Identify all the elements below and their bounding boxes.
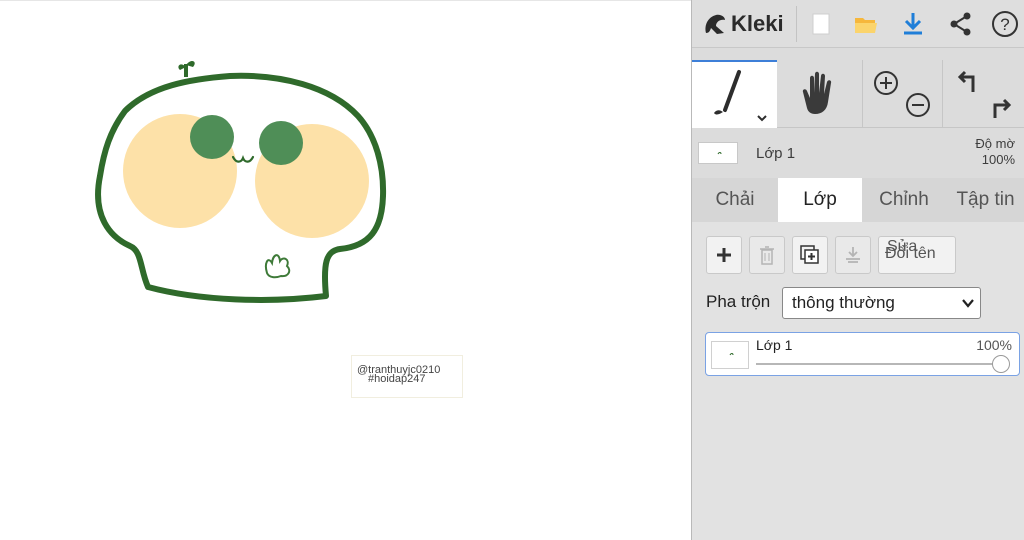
mouth	[231, 155, 255, 163]
duplicate-layer-icon	[800, 245, 819, 264]
delete-layer-button[interactable]	[749, 236, 785, 274]
app-name: Kleki	[731, 11, 784, 36]
tab-file[interactable]: Tập tin	[946, 178, 1024, 222]
tab-edit[interactable]: Chỉnh	[862, 178, 946, 222]
layer-item-name: Lớp 1	[756, 337, 793, 353]
redo-icon[interactable]	[987, 92, 1017, 122]
hand	[264, 254, 291, 279]
new-document-icon	[812, 13, 830, 35]
watermark-box: @tranthuyjc0210 #hoidap247	[351, 355, 463, 398]
layers-panel: Sửa Đổi tên Pha trộn thông thường Lớp 1 …	[692, 222, 1024, 540]
add-layer-icon	[717, 248, 731, 262]
download-button[interactable]	[898, 9, 928, 39]
chevron-down-icon	[962, 299, 974, 308]
zoom-in-icon[interactable]	[871, 68, 901, 98]
share-button[interactable]	[946, 9, 976, 39]
brush-tool-button[interactable]	[692, 60, 777, 128]
layer-item-thumbnail	[711, 341, 749, 369]
blend-mode-select[interactable]: thông thường	[782, 287, 981, 319]
rename-label-bottom: Đổi tên	[885, 245, 936, 262]
kleki-logo[interactable]: Kleki	[702, 8, 784, 40]
svg-text:?: ?	[1000, 15, 1009, 34]
duplicate-layer-button[interactable]	[792, 236, 828, 274]
open-folder-icon	[855, 18, 877, 33]
top-bar: Kleki ?	[692, 0, 1024, 48]
drawing-artwork	[95, 60, 387, 303]
layer-opacity-track[interactable]	[756, 363, 996, 365]
blend-mode-value: thông thường	[792, 293, 895, 312]
opacity-label: Độ mờ	[975, 136, 1015, 151]
merge-down-button[interactable]	[835, 236, 871, 274]
merge-down-icon	[846, 247, 860, 263]
tool-row	[692, 60, 1024, 128]
add-layer-button[interactable]	[706, 236, 742, 274]
top-divider	[796, 6, 797, 42]
tab-layers[interactable]: Lớp	[778, 178, 862, 222]
panel-tabs: Chải Lớp Chỉnh Tập tin	[692, 178, 1024, 222]
help-icon: ?	[992, 11, 1018, 37]
layer-thumbnail	[698, 142, 738, 164]
right-eye	[259, 121, 303, 165]
download-icon	[904, 13, 922, 35]
drawing-canvas[interactable]: @tranthuyjc0210 #hoidap247	[0, 0, 691, 540]
opacity-readout: Độ mờ 100%	[975, 136, 1015, 168]
opacity-value: 100%	[981, 152, 1015, 167]
new-document-button[interactable]	[806, 9, 836, 39]
kleki-logo-icon	[705, 14, 725, 34]
tab-brush[interactable]: Chải	[692, 178, 778, 222]
layer-opacity-slider-handle[interactable]	[992, 355, 1010, 373]
hand-icon	[802, 71, 832, 114]
blend-mode-label: Pha trộn	[706, 292, 771, 311]
left-eye	[190, 115, 234, 159]
active-layer-name: Lớp 1	[756, 145, 796, 162]
zoom-out-icon[interactable]	[903, 90, 933, 120]
rename-layer-label: Sửa Đổi tên	[880, 236, 954, 274]
layer-list-item[interactable]: Lớp 1 100%	[705, 332, 1020, 376]
side-panel: Kleki ? Lớp 1 Độ mờ 100% Chải Lớp Chỉnh …	[691, 0, 1024, 540]
share-icon	[950, 12, 971, 36]
zoom-controls	[862, 60, 942, 128]
brush-icon	[714, 70, 767, 122]
delete-layer-icon	[760, 246, 774, 265]
hand-tool-button[interactable]	[777, 60, 862, 128]
active-layer-row: Lớp 1 Độ mờ 100%	[692, 128, 1024, 178]
rename-layer-button[interactable]: Sửa Đổi tên	[878, 236, 956, 274]
open-file-button[interactable]	[851, 9, 881, 39]
kleki-app: @tranthuyjc0210 #hoidap247 Kleki ? Lớp 1…	[0, 0, 1024, 540]
undo-icon[interactable]	[953, 68, 983, 98]
help-button[interactable]: ?	[990, 9, 1020, 39]
history-controls	[942, 60, 1024, 128]
layer-item-opacity: 100%	[976, 337, 1012, 353]
watermark-line-2: #hoidap247	[368, 373, 426, 385]
